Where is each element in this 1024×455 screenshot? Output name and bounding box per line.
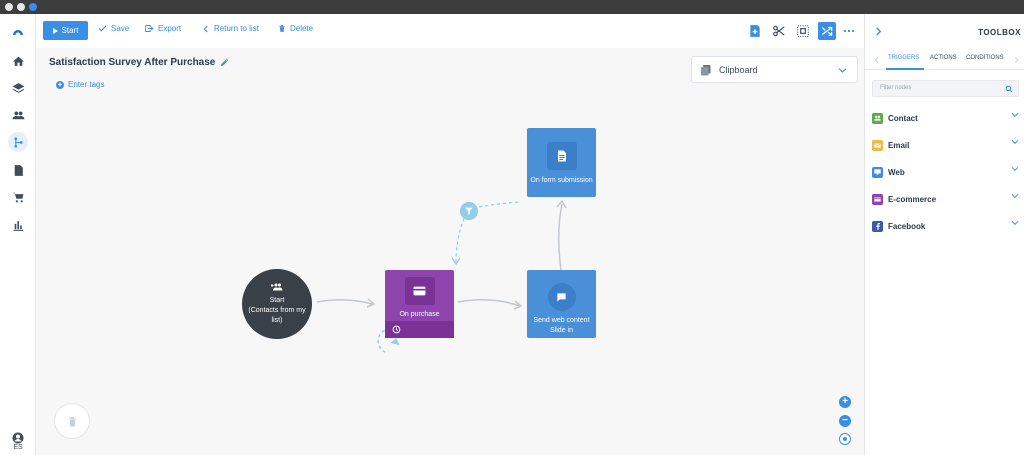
target-icon (843, 437, 847, 441)
zoom-out-button[interactable]: − (839, 415, 851, 427)
window-maximize-dot[interactable] (29, 3, 37, 11)
tabs-next-icon[interactable] (1014, 57, 1019, 63)
export-button[interactable]: Export (144, 24, 181, 33)
window-close-dot[interactable] (5, 3, 13, 11)
add-document-icon (750, 25, 760, 37)
category-ecommerce[interactable]: E-commerce (872, 192, 1019, 206)
add-node-button[interactable] (746, 22, 764, 40)
play-icon (52, 27, 58, 34)
ecommerce-card-icon (872, 193, 883, 205)
save-button[interactable]: Save (98, 24, 129, 33)
toolbox-tabs: TRIGGERS ACTIONS CONDITIONS (865, 50, 1024, 70)
filter-icon (465, 207, 473, 215)
form-document-icon (557, 150, 566, 162)
user-icon (12, 432, 24, 444)
chevron-left-icon (203, 25, 208, 32)
trash-icon (279, 25, 285, 32)
delete-button[interactable]: Delete (278, 24, 313, 33)
window-minimize-dot[interactable] (17, 3, 25, 11)
recenter-button[interactable] (839, 433, 851, 445)
user-account[interactable]: ES (6, 432, 30, 451)
home-icon[interactable] (8, 51, 28, 71)
toolbox-panel: TOOLBOX TRIGGERS ACTIONS CONDITIONS Filt… (864, 14, 1024, 455)
message-icon-box (547, 283, 576, 311)
clock-icon (392, 325, 401, 334)
send-web-content-node[interactable]: Send web content Slide in (527, 270, 596, 338)
workflow-icon[interactable] (8, 132, 28, 152)
category-facebook[interactable]: Facebook (872, 219, 1019, 233)
cut-button[interactable] (770, 22, 788, 40)
form-icon-box (546, 142, 577, 170)
facebook-icon (872, 220, 883, 232)
shuffle-icon (821, 26, 833, 36)
select-area-button[interactable] (794, 22, 812, 40)
chevron-down-icon (1011, 220, 1019, 226)
trash-dropzone[interactable] (54, 403, 90, 439)
email-icon (872, 139, 883, 151)
active-tab-indicator (886, 68, 924, 70)
tab-conditions[interactable]: CONDITIONS (966, 55, 1004, 61)
left-sidebar: ES (0, 14, 36, 455)
contacts-icon[interactable] (8, 105, 28, 125)
chevron-down-icon (1011, 193, 1019, 199)
check-icon (98, 25, 107, 32)
workflow-canvas[interactable]: Satisfaction Survey After Purchase + Ent… (36, 48, 864, 455)
chevron-down-icon (1011, 166, 1019, 172)
chat-bubble-icon (557, 292, 566, 302)
category-web[interactable]: Web (872, 165, 1019, 179)
start-button[interactable]: Start (43, 21, 88, 40)
document-icon[interactable] (8, 160, 28, 180)
ellipsis-icon (843, 29, 855, 33)
chevron-down-icon (1011, 112, 1019, 118)
select-frame-icon (797, 25, 809, 37)
export-icon (145, 25, 154, 32)
trash-icon (68, 416, 76, 426)
card-icon-box (404, 277, 435, 305)
connector-purchase-to-web (457, 299, 521, 307)
tabs-prev-icon[interactable] (874, 57, 879, 63)
window-titlebar (0, 0, 1024, 14)
top-toolbar: Start Save Export Return to list Delete (36, 14, 864, 48)
more-options-button[interactable] (840, 22, 858, 40)
start-node[interactable]: Start (Contacts from my list) (242, 269, 312, 339)
return-to-list-button[interactable]: Return to list (202, 24, 259, 33)
filter-nodes-input[interactable]: Filter nodes (872, 80, 1019, 97)
connector-filter-badge[interactable] (460, 202, 478, 220)
credit-card-icon (413, 286, 426, 296)
connectors (316, 199, 567, 353)
zoom-in-button[interactable]: + (839, 396, 851, 408)
auto-arrange-button[interactable] (818, 22, 836, 40)
category-email[interactable]: Email (872, 138, 1019, 152)
toolbox-title: TOOLBOX (978, 28, 1021, 37)
add-contacts-icon (271, 283, 283, 291)
tab-actions[interactable]: ACTIONS (930, 55, 957, 61)
on-purchase-node[interactable]: On purchase (385, 270, 454, 338)
cart-icon[interactable] (8, 187, 28, 207)
collapse-chevron-icon[interactable] (875, 27, 882, 36)
user-initials: ES (13, 444, 23, 451)
stats-icon[interactable] (8, 215, 28, 235)
layers-icon[interactable] (8, 78, 28, 98)
chevron-down-icon (1011, 139, 1019, 145)
tab-triggers[interactable]: TRIGGERS (888, 55, 919, 61)
search-icon (1005, 85, 1013, 93)
web-icon (872, 166, 883, 178)
scissors-icon (773, 25, 785, 37)
on-form-submission-node[interactable]: On form submission (527, 128, 596, 197)
toolbox-header: TOOLBOX (865, 14, 1024, 48)
node-footer (385, 321, 454, 338)
connector-start-to-purchase (316, 299, 373, 305)
category-contact[interactable]: Contact (872, 111, 1019, 125)
logo-icon[interactable] (8, 22, 28, 42)
contact-icon (872, 112, 883, 124)
connector-web-to-form (557, 203, 563, 271)
